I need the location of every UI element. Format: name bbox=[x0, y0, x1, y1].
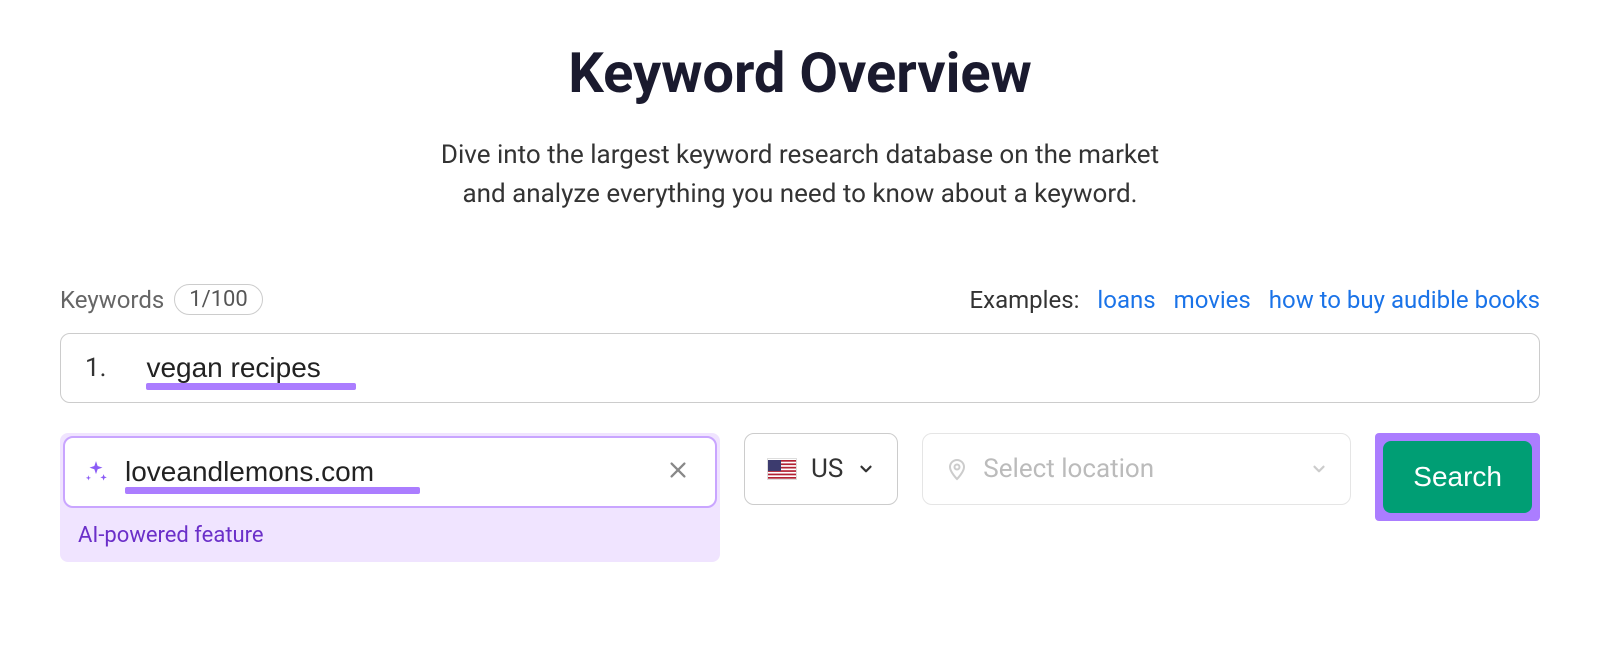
keyword-input-row[interactable]: 1. bbox=[60, 333, 1540, 403]
country-select[interactable]: US bbox=[744, 433, 898, 505]
examples-group: Examples: loans movies how to buy audibl… bbox=[970, 286, 1540, 314]
search-button[interactable]: Search bbox=[1383, 441, 1532, 513]
location-pin-icon bbox=[945, 457, 969, 481]
example-link-movies[interactable]: movies bbox=[1174, 286, 1251, 314]
page-subtitle: Dive into the largest keyword research d… bbox=[60, 136, 1540, 214]
search-button-highlight: Search bbox=[1375, 433, 1540, 521]
controls-row: AI-powered feature US Select location Se bbox=[60, 433, 1540, 562]
sparkle-icon bbox=[83, 459, 109, 485]
country-label: US bbox=[811, 454, 843, 484]
highlight-underline bbox=[146, 383, 356, 390]
examples-label: Examples: bbox=[970, 286, 1080, 314]
keyword-text-wrap bbox=[146, 352, 1246, 384]
keywords-count-pill: 1/100 bbox=[174, 284, 263, 315]
subtitle-line-1: Dive into the largest keyword research d… bbox=[441, 140, 1159, 170]
location-select[interactable]: Select location bbox=[922, 433, 1351, 505]
highlight-underline bbox=[125, 487, 420, 494]
us-flag-icon bbox=[767, 458, 797, 480]
example-link-audible[interactable]: how to buy audible books bbox=[1269, 286, 1540, 314]
keywords-label-group: Keywords 1/100 bbox=[60, 284, 263, 315]
chevron-down-icon bbox=[1310, 460, 1328, 478]
keyword-number: 1. bbox=[85, 353, 106, 383]
close-icon bbox=[667, 459, 689, 481]
domain-input-box[interactable] bbox=[63, 436, 717, 508]
domain-input[interactable] bbox=[125, 456, 643, 488]
ai-feature-label: AI-powered feature bbox=[60, 511, 720, 562]
domain-block: AI-powered feature bbox=[60, 433, 720, 562]
keyword-input[interactable] bbox=[146, 352, 1246, 384]
keywords-label: Keywords bbox=[60, 286, 164, 314]
domain-text-wrap bbox=[125, 456, 643, 488]
example-link-loans[interactable]: loans bbox=[1097, 286, 1155, 314]
chevron-down-icon bbox=[857, 460, 875, 478]
clear-domain-button[interactable] bbox=[659, 452, 697, 492]
location-placeholder: Select location bbox=[983, 454, 1296, 484]
labels-row: Keywords 1/100 Examples: loans movies ho… bbox=[60, 284, 1540, 315]
subtitle-line-2: and analyze everything you need to know … bbox=[463, 179, 1138, 209]
page-title: Keyword Overview bbox=[60, 40, 1540, 106]
